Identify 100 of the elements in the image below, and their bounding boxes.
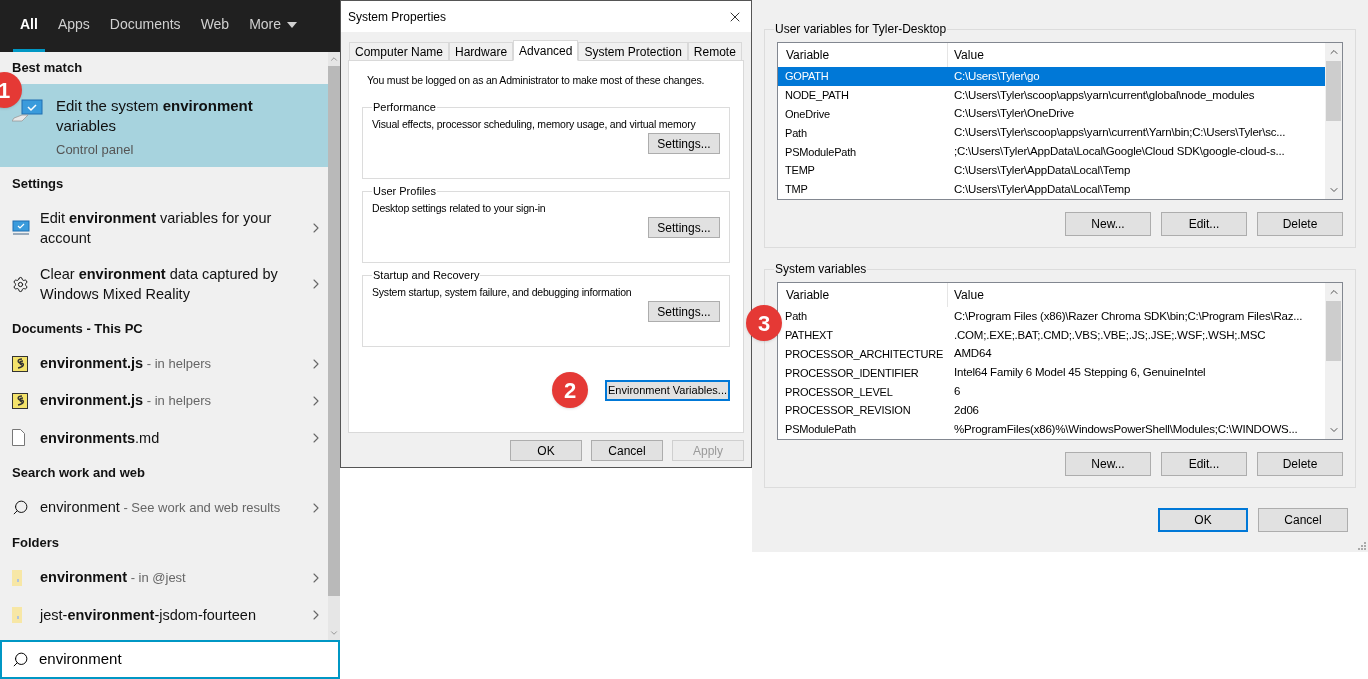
dialog-tab[interactable]: Computer Name	[349, 42, 450, 60]
result-subtitle: Control panel	[56, 141, 135, 159]
file-icon	[12, 429, 25, 446]
variable-row[interactable]: PROCESSOR_ARCHITECTURE AMD64	[778, 344, 1325, 364]
result-text: environments.md	[40, 429, 160, 446]
scrollbar[interactable]	[328, 52, 340, 640]
filter-tab[interactable]: Web	[193, 0, 237, 52]
search-result[interactable]: jest-environment-jsdom-fourteen	[0, 596, 328, 633]
script-file-icon	[12, 392, 28, 409]
dialog-button[interactable]: Cancel	[591, 440, 663, 461]
result-text: environment.js	[40, 392, 144, 408]
section-header: Folders	[11, 533, 60, 552]
section-header: Documents - This PC	[11, 319, 144, 338]
result-text: environment.js	[40, 355, 144, 371]
variable-row[interactable]: PROCESSOR_REVISION 2d06	[778, 401, 1325, 421]
group-label: User Profiles	[372, 183, 437, 199]
section-header: Search work and web	[11, 463, 146, 482]
variable-name: TMP	[784, 182, 809, 198]
variable-name: PROCESSOR_REVISION	[784, 403, 912, 419]
variable-value: Intel64 Family 6 Model 45 Stepping 6, GenuineIntel	[953, 365, 1206, 381]
variable-name: PATHEXT	[784, 327, 834, 343]
variable-name: GOPATH	[784, 69, 830, 85]
search-result[interactable]: environments.md	[0, 419, 328, 456]
variable-value: .COM;.EXE;.BAT;.CMD;.VBS;.VBE;.JS;.JSE;.WSF;.WSH;.MSC	[953, 327, 1266, 343]
variable-row[interactable]: TEMP C:\Users\Tyler\AppData\Local\Temp	[778, 161, 1325, 181]
scroll-down-icon	[329, 628, 339, 638]
variable-value: C:\Users\Tyler\OneDrive	[953, 106, 1074, 122]
group-description: Visual effects, processor scheduling, memory usage, and virtual memory	[372, 117, 697, 133]
variable-row[interactable]: GOPATH C:\Users\Tyler\go	[778, 66, 1325, 86]
scrollbar[interactable]	[1325, 43, 1342, 199]
settings-button[interactable]: Settings...	[648, 301, 720, 322]
dialog-button[interactable]: OK	[510, 440, 582, 461]
variable-value: C:\Users\Tyler\AppData\Local\Temp	[953, 181, 1131, 197]
window-title: System Properties	[348, 8, 447, 26]
list-action-button[interactable]: Edit...	[1161, 452, 1247, 476]
search-icon	[12, 499, 29, 516]
variable-value: 6	[953, 384, 961, 400]
search-box[interactable]: environment	[0, 640, 340, 679]
variable-name: Path	[784, 309, 808, 325]
result-text: Clear environment data captured by Windows Mixed Reality	[40, 266, 278, 302]
dialog-tab[interactable]: Advanced	[513, 40, 579, 61]
variable-row[interactable]: TMP C:\Users\Tyler\AppData\Local\Temp	[778, 180, 1325, 199]
dialog-tab[interactable]: Hardware	[449, 42, 514, 60]
list-action-button[interactable]: Edit...	[1161, 212, 1247, 236]
variable-row[interactable]: PSModulePath ;C:\Users\Tyler\AppData\Local\Google\Cloud SDK\google-cloud-s...	[778, 142, 1325, 162]
search-result[interactable]: Edit environment variables for your account	[0, 200, 328, 256]
variable-value: ;C:\Users\Tyler\AppData\Local\Google\Cloud SDK\google-cloud-s...	[953, 144, 1285, 160]
group-label: Performance	[372, 99, 437, 115]
result-text: jest-environment-jsdom-fourteen	[40, 606, 256, 623]
filter-tab[interactable]: More	[242, 0, 305, 52]
scrollbar[interactable]	[1325, 283, 1342, 439]
variable-row[interactable]: PROCESSOR_LEVEL 6	[778, 382, 1325, 402]
result-location: - in helpers	[145, 393, 212, 408]
search-result[interactable]: environment - See work and web results	[0, 489, 328, 526]
variable-name: NODE_PATH	[784, 87, 850, 103]
variable-value: C:\Users\Tyler\AppData\Local\Temp	[953, 163, 1131, 179]
folder-icon	[12, 569, 22, 586]
dialog-button[interactable]: Cancel	[1258, 508, 1348, 532]
search-result[interactable]: environment.js - in helpers	[0, 382, 328, 419]
dialog-button[interactable]: OK	[1158, 508, 1248, 532]
variable-value: C:\Users\Tyler\scoop\apps\yarn\current\Yarn\bin;C:\Users\Tyler\sc...	[953, 125, 1286, 141]
column-header[interactable]: Value	[948, 283, 1325, 307]
column-header[interactable]: Variable	[778, 283, 948, 307]
settings-button[interactable]: Settings...	[648, 133, 720, 154]
group-description: System startup, system failure, and debugging information	[372, 285, 633, 301]
search-icon	[12, 651, 29, 668]
search-result[interactable]: Clear environment data captured by Windows Mixed Reality	[0, 256, 328, 312]
variable-name: Path	[784, 125, 808, 141]
folder-icon	[12, 606, 22, 623]
list-action-button[interactable]: Delete	[1257, 212, 1343, 236]
variable-row[interactable]: PSModulePath %ProgramFiles(x86)%\WindowsPowerShell\Modules;C:\WINDOWS...	[778, 420, 1325, 439]
environment-variables-button[interactable]: Environment Variables...	[605, 379, 730, 401]
monitor-icon	[12, 220, 30, 236]
result-title: Edit the system environment variables	[56, 96, 254, 136]
variable-row[interactable]: Path C:\Users\Tyler\scoop\apps\yarn\current\Yarn\bin;C:\Users\Tyler\sc...	[778, 123, 1325, 143]
search-result[interactable]: environment - in @jest	[0, 559, 328, 596]
dialog-tab[interactable]: Remote	[687, 42, 742, 60]
list-action-button[interactable]: Delete	[1257, 452, 1343, 476]
list-action-button[interactable]: New...	[1065, 452, 1151, 476]
list-action-button[interactable]: New...	[1065, 212, 1151, 236]
variable-name: TEMP	[784, 163, 816, 179]
filter-tab[interactable]: Documents	[102, 0, 188, 52]
variable-row[interactable]: OneDrive C:\Users\Tyler\OneDrive	[778, 104, 1325, 124]
variable-value: C:\Users\Tyler\scoop\apps\yarn\current\global\node_modules	[953, 87, 1255, 103]
dialog-tab[interactable]: System Protection	[578, 42, 688, 60]
filter-tab[interactable]: Apps	[50, 0, 97, 52]
result-location: - in @jest	[129, 570, 186, 585]
search-field[interactable]: environment	[39, 648, 338, 671]
variable-row[interactable]: PROCESSOR_IDENTIFIER Intel64 Family 6 Model 45 Stepping 6, GenuineIntel	[778, 363, 1325, 383]
column-header[interactable]: Variable	[778, 43, 948, 67]
variable-row[interactable]: NODE_PATH C:\Users\Tyler\scoop\apps\yarn\current\global\node_modules	[778, 85, 1325, 105]
group-label: Startup and Recovery	[372, 267, 481, 283]
column-header[interactable]: Value	[948, 43, 1325, 67]
variable-value: %ProgramFiles(x86)%\WindowsPowerShell\Modules;C:\WINDOWS...	[953, 421, 1298, 437]
result-text: environment	[40, 499, 120, 515]
settings-button[interactable]: Settings...	[648, 217, 720, 238]
variable-value: C:\Users\Tyler\go	[953, 68, 1040, 84]
admin-notice: You must be logged on as an Administrator to make most of these changes.	[366, 73, 706, 88]
search-result[interactable]: environment.js - in helpers	[0, 345, 328, 382]
section-header: Settings	[11, 174, 65, 193]
